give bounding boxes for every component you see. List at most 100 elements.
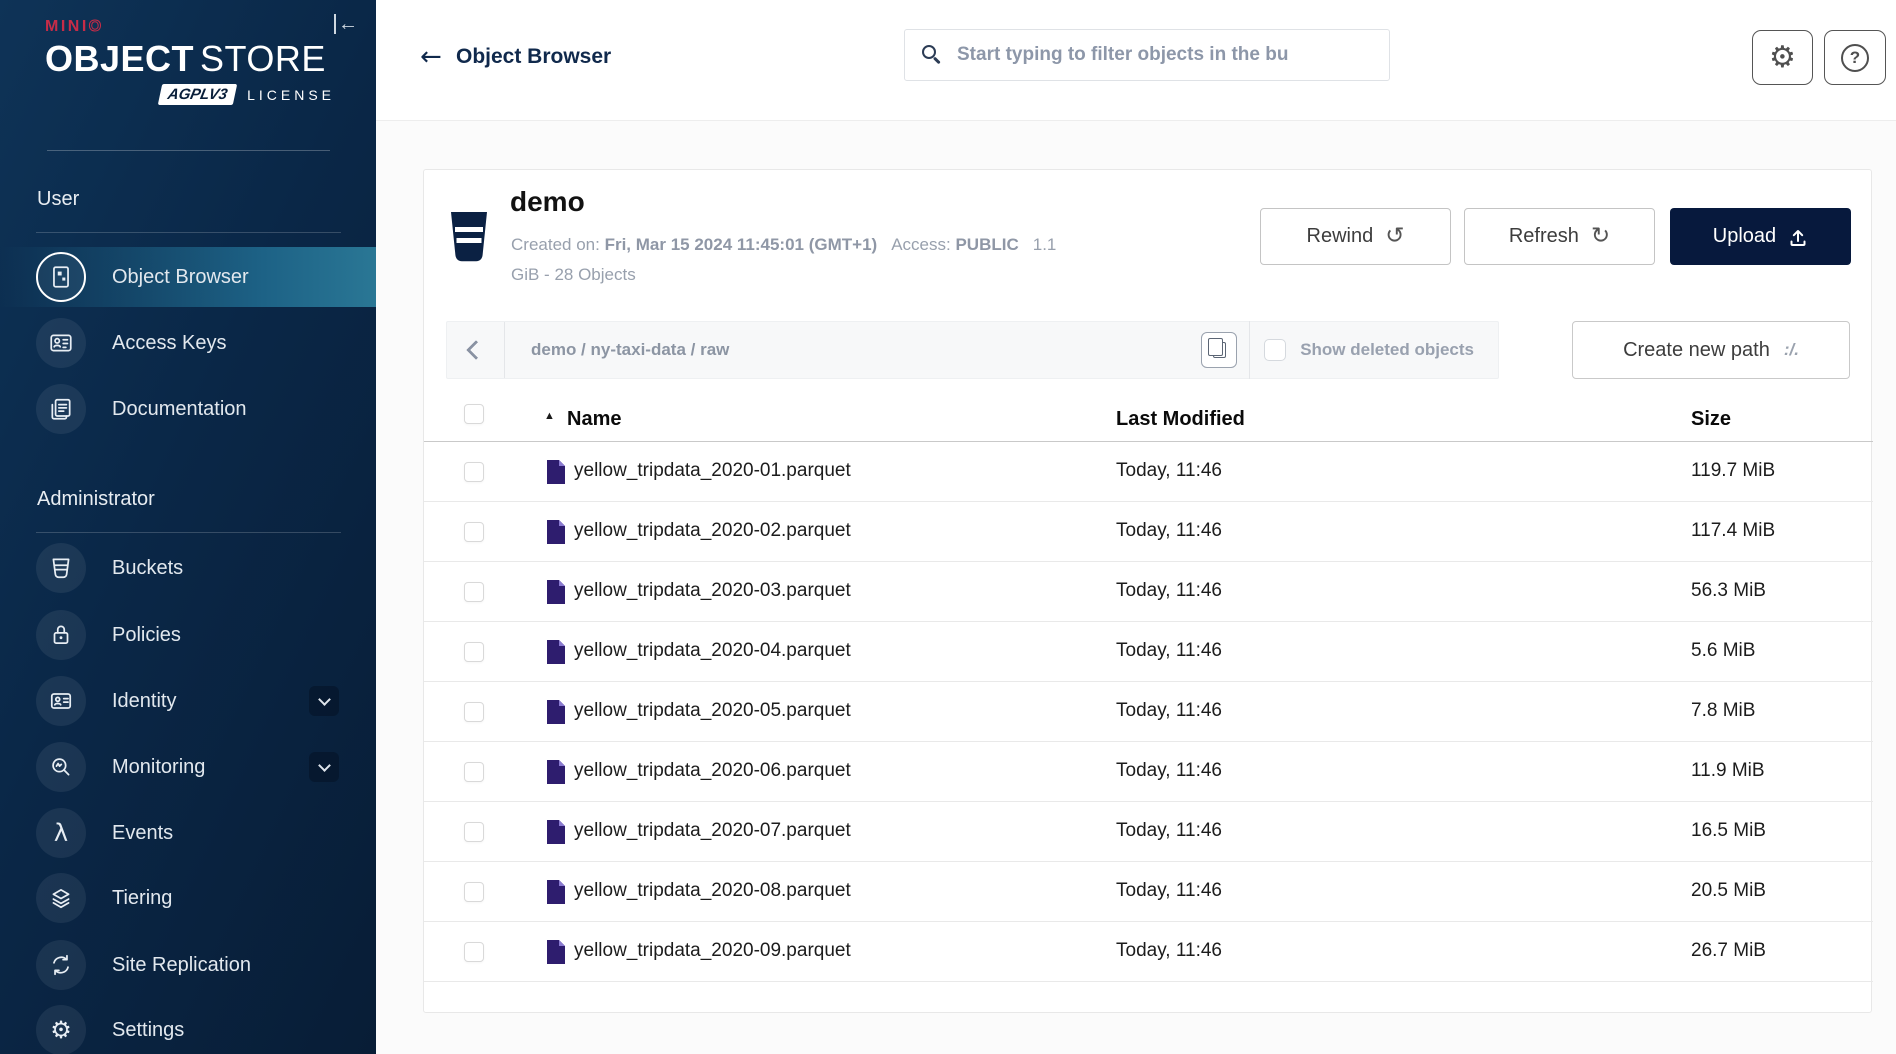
table-row[interactable]: yellow_tripdata_2020-01.parquet Today, 1…	[424, 442, 1873, 502]
gear-icon: ⚙	[1769, 43, 1796, 73]
file-icon	[546, 879, 566, 905]
table-row[interactable]: yellow_tripdata_2020-08.parquet Today, 1…	[424, 862, 1873, 922]
chevron-left-icon	[466, 340, 486, 360]
object-name[interactable]: yellow_tripdata_2020-03.parquet	[574, 580, 851, 602]
sidebar-item-label: Buckets	[112, 557, 183, 580]
object-last-modified: Today, 11:46	[1116, 520, 1222, 542]
minio-console: ← MINIO OBJECTSTORE AGPLV3 LICENSE User …	[0, 0, 1896, 1054]
rewind-icon: ↺	[1385, 225, 1404, 248]
top-header: ← Object Browser ⚙ ?	[376, 0, 1896, 121]
row-checkbox[interactable]	[464, 882, 484, 902]
object-last-modified: Today, 11:46	[1116, 760, 1222, 782]
sidebar-item-site-replication[interactable]: Site Replication	[0, 935, 376, 995]
sidebar-item-tiering[interactable]: Tiering	[0, 868, 376, 928]
row-checkbox[interactable]	[464, 522, 484, 542]
show-deleted-label: Show deleted objects	[1300, 340, 1498, 360]
object-last-modified: Today, 11:46	[1116, 580, 1222, 602]
object-list: yellow_tripdata_2020-01.parquet Today, 1…	[424, 442, 1873, 982]
column-header-size[interactable]: Size	[1691, 408, 1731, 431]
buckets-icon	[36, 543, 86, 593]
object-name[interactable]: yellow_tripdata_2020-09.parquet	[574, 940, 851, 962]
sidebar-item-settings[interactable]: ⚙ Settings	[0, 1000, 376, 1054]
divider	[36, 532, 341, 533]
object-name[interactable]: yellow_tripdata_2020-01.parquet	[574, 460, 851, 482]
row-checkbox[interactable]	[464, 762, 484, 782]
object-last-modified: Today, 11:46	[1116, 880, 1222, 902]
row-checkbox[interactable]	[464, 462, 484, 482]
row-checkbox[interactable]	[464, 582, 484, 602]
show-deleted-checkbox[interactable]	[1264, 339, 1286, 361]
policies-icon	[36, 610, 86, 660]
select-all-checkbox[interactable]	[464, 404, 484, 424]
path-bar: demo / ny-taxi-data / raw Show deleted o…	[446, 321, 1499, 379]
sidebar-item-buckets[interactable]: Buckets	[0, 538, 376, 598]
object-last-modified: Today, 11:46	[1116, 460, 1222, 482]
table-row[interactable]: yellow_tripdata_2020-05.parquet Today, 1…	[424, 682, 1873, 742]
refresh-button[interactable]: Refresh↻	[1464, 208, 1655, 265]
sidebar-item-policies[interactable]: Policies	[0, 605, 376, 665]
sidebar-item-monitoring[interactable]: Monitoring	[0, 737, 376, 797]
bucket-metadata: Created on: Fri, Mar 15 2024 11:45:01 (G…	[511, 230, 1056, 290]
copy-path-button[interactable]	[1201, 332, 1237, 368]
sidebar-item-object-browser[interactable]: Object Browser	[0, 247, 376, 307]
main-content: demo Created on: Fri, Mar 15 2024 11:45:…	[376, 121, 1896, 1054]
table-row[interactable]: yellow_tripdata_2020-07.parquet Today, 1…	[424, 802, 1873, 862]
settings-button[interactable]: ⚙	[1752, 30, 1813, 85]
minio-logo: MINIO OBJECTSTORE AGPLV3 LICENSE	[45, 18, 335, 105]
sidebar-item-label: Site Replication	[112, 954, 251, 977]
sidebar-item-documentation[interactable]: Documentation	[0, 379, 376, 439]
object-browser-icon	[36, 252, 86, 302]
divider	[1249, 321, 1250, 379]
sidebar-item-identity[interactable]: Identity	[0, 671, 376, 731]
refresh-icon: ↻	[1591, 225, 1610, 248]
row-checkbox[interactable]	[464, 642, 484, 662]
breadcrumb-back-button[interactable]	[447, 322, 505, 378]
table-row[interactable]: yellow_tripdata_2020-02.parquet Today, 1…	[424, 502, 1873, 562]
column-header-last-modified[interactable]: Last Modified	[1116, 408, 1245, 431]
object-size: 5.6 MiB	[1691, 640, 1755, 662]
object-size: 16.5 MiB	[1691, 820, 1766, 842]
object-name[interactable]: yellow_tripdata_2020-06.parquet	[574, 760, 851, 782]
search-input[interactable]	[904, 29, 1390, 81]
file-icon	[546, 939, 566, 965]
object-last-modified: Today, 11:46	[1116, 820, 1222, 842]
row-checkbox[interactable]	[464, 822, 484, 842]
object-name[interactable]: yellow_tripdata_2020-04.parquet	[574, 640, 851, 662]
table-row[interactable]: yellow_tripdata_2020-09.parquet Today, 1…	[424, 922, 1873, 982]
divider	[47, 150, 330, 151]
sidebar-item-label: Policies	[112, 624, 181, 647]
access-keys-icon	[36, 318, 86, 368]
create-new-path-button[interactable]: Create new path:/.	[1572, 321, 1850, 379]
back-arrow-icon[interactable]: ←	[420, 42, 442, 72]
row-checkbox[interactable]	[464, 942, 484, 962]
object-name[interactable]: yellow_tripdata_2020-05.parquet	[574, 700, 851, 722]
object-last-modified: Today, 11:46	[1116, 640, 1222, 662]
table-row[interactable]: yellow_tripdata_2020-03.parquet Today, 1…	[424, 562, 1873, 622]
column-header-name[interactable]: Name	[567, 408, 621, 431]
sort-ascending-icon[interactable]: ▲	[544, 410, 555, 422]
file-icon	[546, 639, 566, 665]
chevron-down-icon[interactable]	[309, 752, 339, 782]
help-button[interactable]: ?	[1824, 30, 1886, 85]
row-checkbox[interactable]	[464, 702, 484, 722]
sidebar: ← MINIO OBJECTSTORE AGPLV3 LICENSE User …	[0, 0, 376, 1054]
table-row[interactable]: yellow_tripdata_2020-04.parquet Today, 1…	[424, 622, 1873, 682]
sidebar-item-label: Documentation	[112, 398, 247, 421]
sidebar-item-access-keys[interactable]: Access Keys	[0, 313, 376, 373]
divider	[36, 232, 341, 233]
table-row[interactable]: yellow_tripdata_2020-06.parquet Today, 1…	[424, 742, 1873, 802]
chevron-down-icon[interactable]	[309, 686, 339, 716]
bucket-card: demo Created on: Fri, Mar 15 2024 11:45:…	[423, 169, 1872, 1013]
object-name[interactable]: yellow_tripdata_2020-07.parquet	[574, 820, 851, 842]
sidebar-collapse-icon[interactable]: ←	[334, 14, 358, 34]
sidebar-item-events[interactable]: λ Events	[0, 803, 376, 863]
object-name[interactable]: yellow_tripdata_2020-08.parquet	[574, 880, 851, 902]
object-name[interactable]: yellow_tripdata_2020-02.parquet	[574, 520, 851, 542]
object-size: 117.4 MiB	[1691, 520, 1775, 542]
upload-button[interactable]: Upload	[1670, 208, 1851, 265]
settings-gear-icon: ⚙	[36, 1005, 86, 1054]
breadcrumb[interactable]: demo / ny-taxi-data / raw	[505, 340, 1201, 360]
rewind-button[interactable]: Rewind↺	[1260, 208, 1451, 265]
site-replication-icon	[36, 940, 86, 990]
sidebar-item-label: Tiering	[112, 887, 172, 910]
